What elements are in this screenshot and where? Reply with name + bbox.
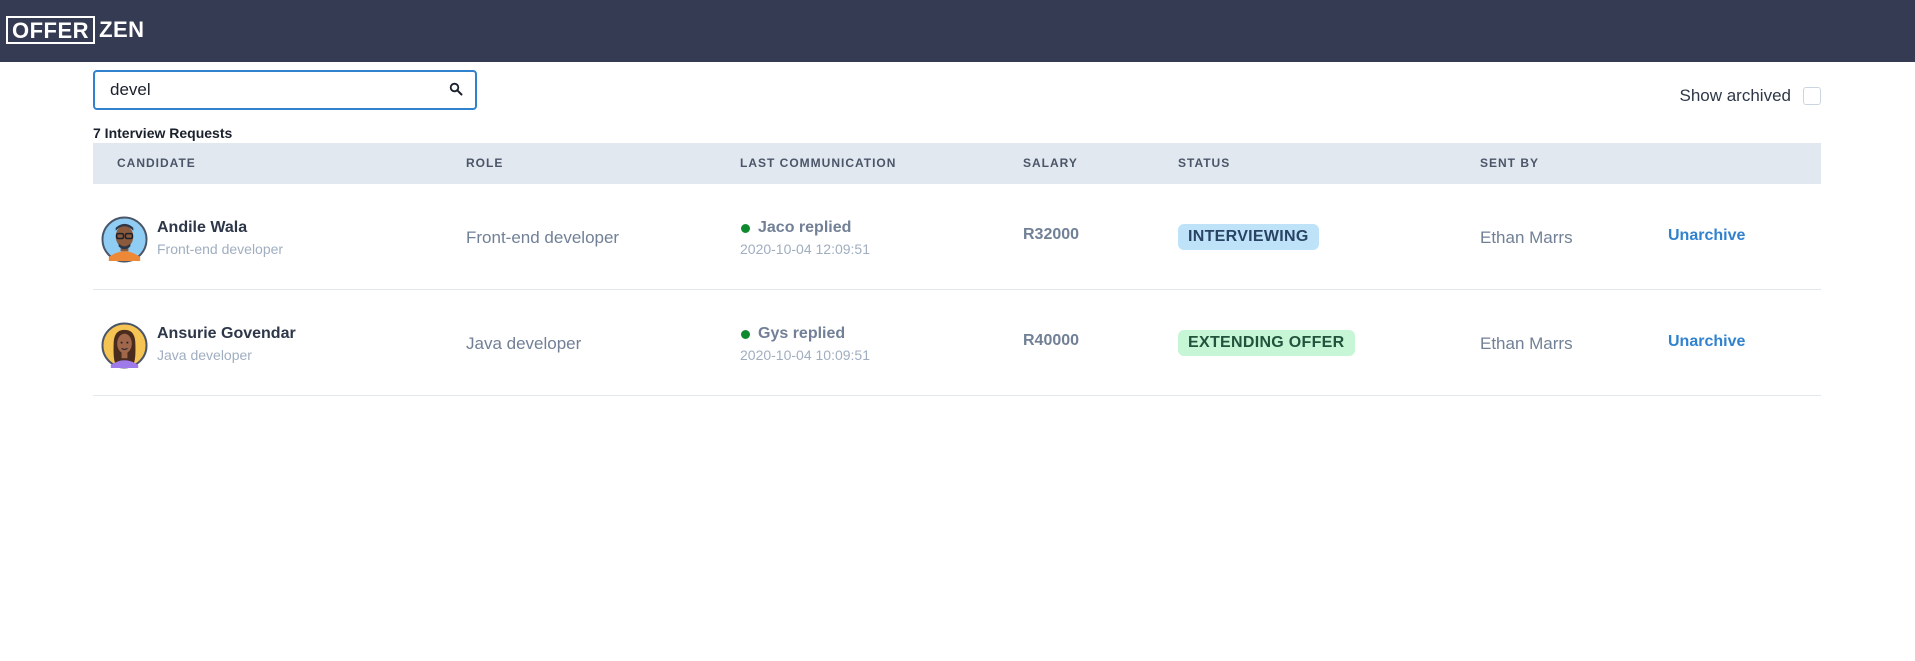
- column-header-role[interactable]: ROLE: [466, 143, 503, 184]
- show-archived-label: Show archived: [1679, 86, 1791, 105]
- search-icon[interactable]: [449, 82, 463, 96]
- online-status-dot: [741, 224, 750, 233]
- last-communication-text: Jaco replied: [758, 219, 852, 236]
- unarchive-link[interactable]: Unarchive: [1668, 227, 1745, 245]
- sent-by-cell: Ethan Marrs: [1480, 228, 1573, 247]
- last-communication-text: Gys replied: [758, 325, 846, 342]
- column-header-last-communication[interactable]: LAST COMMUNICATION: [740, 143, 896, 184]
- online-status-dot: [741, 330, 750, 339]
- column-header-status[interactable]: STATUS: [1178, 143, 1230, 184]
- last-communication-time: 2020-10-04 10:09:51: [740, 347, 870, 363]
- column-header-salary[interactable]: SALARY: [1023, 143, 1078, 184]
- interview-requests-table: CANDIDATE ROLE LAST COMMUNICATION SALARY…: [93, 143, 1821, 396]
- last-communication-time: 2020-10-04 12:09:51: [740, 241, 870, 257]
- logo-plain-text: ZEN: [99, 17, 145, 42]
- candidate-subtitle: Java developer: [157, 347, 252, 363]
- table-row[interactable]: Andile Wala Front-end developer Front-en…: [93, 184, 1821, 290]
- salary-cell: R40000: [1023, 332, 1080, 349]
- candidate-name[interactable]: Andile Wala: [157, 219, 247, 237]
- candidate-avatar: [101, 216, 148, 263]
- show-archived-checkbox[interactable]: [1803, 87, 1821, 105]
- search-box: [93, 70, 477, 110]
- candidate-subtitle: Front-end developer: [157, 241, 284, 257]
- role-cell: Java developer: [466, 334, 582, 353]
- search-input[interactable]: [95, 72, 435, 108]
- show-archived-toggle: Show archived: [1679, 86, 1821, 106]
- candidate-name[interactable]: Ansurie Govendar: [157, 325, 296, 343]
- salary-cell: R32000: [1023, 226, 1080, 243]
- logo-boxed-text: OFFER: [6, 16, 96, 44]
- column-header-sent-by[interactable]: SENT BY: [1480, 143, 1539, 184]
- offerzen-logo[interactable]: OFFER ZEN: [6, 16, 145, 44]
- column-header-candidate[interactable]: CANDIDATE: [117, 143, 196, 184]
- table-header: CANDIDATE ROLE LAST COMMUNICATION SALARY…: [93, 143, 1821, 184]
- table-row[interactable]: Ansurie Govendar Java developer Java dev…: [93, 290, 1821, 396]
- status-badge: EXTENDING OFFER: [1178, 330, 1355, 356]
- sent-by-cell: Ethan Marrs: [1480, 334, 1573, 353]
- role-cell: Front-end developer: [466, 228, 620, 247]
- interview-request-count: 7 Interview Requests: [93, 125, 233, 141]
- unarchive-link[interactable]: Unarchive: [1668, 333, 1745, 351]
- status-badge: INTERVIEWING: [1178, 224, 1319, 250]
- candidate-avatar: [101, 322, 148, 369]
- top-navigation-bar: OFFER ZEN: [0, 0, 1915, 62]
